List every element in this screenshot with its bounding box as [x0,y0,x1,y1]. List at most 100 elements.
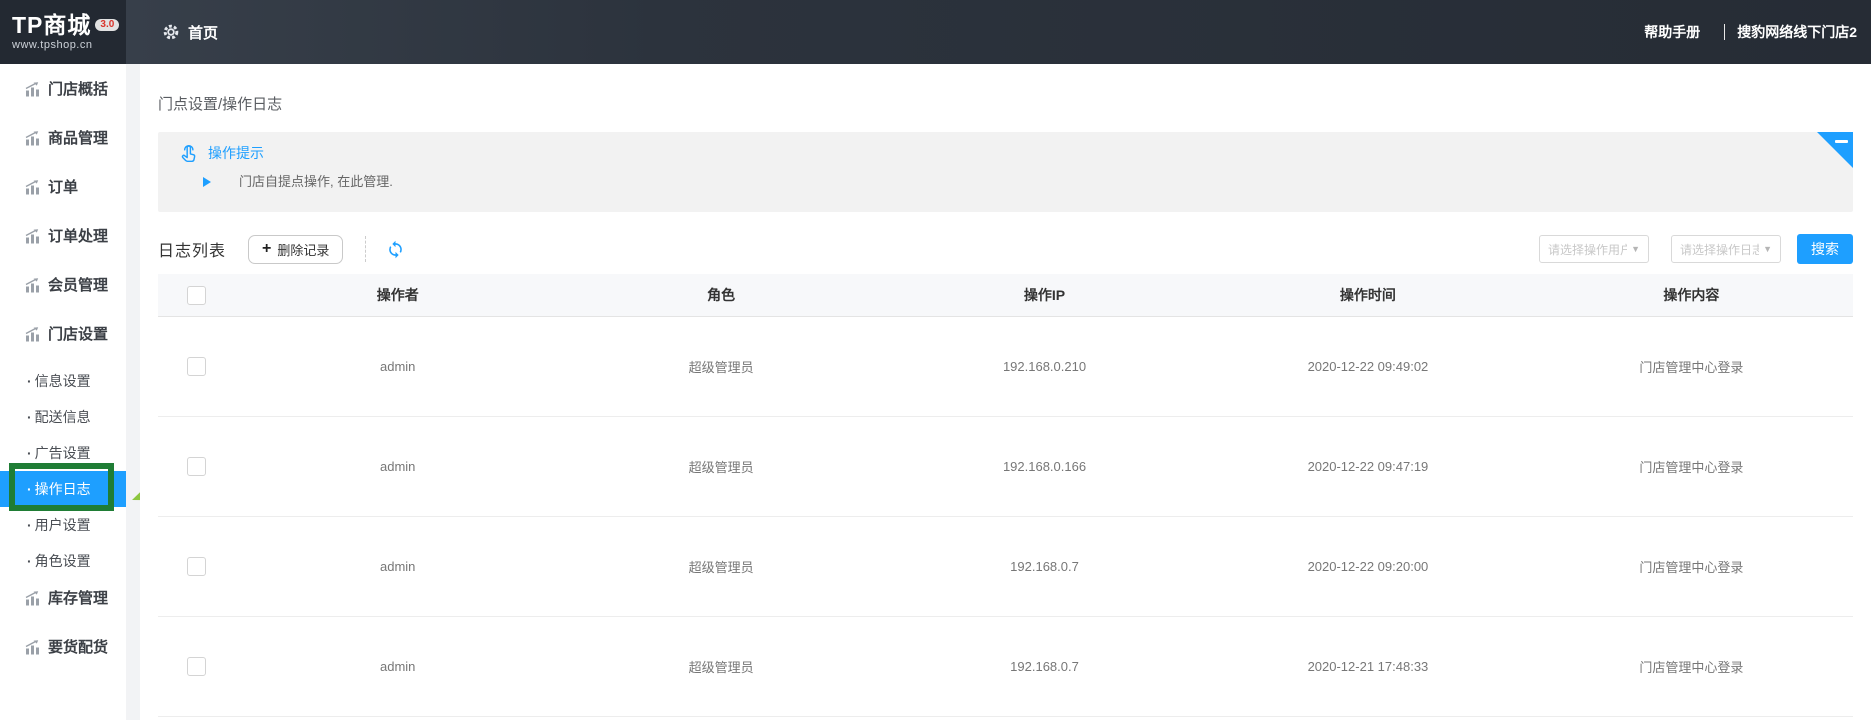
sidebar-item-label: 要货配货 [48,639,109,656]
column-header: 操作IP [1023,287,1066,303]
sidebar: 门店概括 商品管理 订单 订单处理 会员管理 门店设置 · 信息设置 · 配送信… [0,64,126,720]
table-cell: 门店管理中心登录 [1639,560,1744,575]
bullet-dot-icon: · [27,553,32,569]
breadcrumb: 门点设置/操作日志 [158,96,283,113]
chart-icon [25,130,39,145]
table-cell: 超级管理员 [688,660,754,675]
operation-log-select[interactable]: 请选择操作日志 ▼ [1671,235,1781,263]
sidebar-item-label: 用户设置 [34,517,91,533]
sidebar-item-label: 配送信息 [34,409,91,425]
column-header: 操作内容 [1663,287,1720,303]
operation-log-placeholder: 请选择操作日志 [1680,242,1760,257]
chart-icon [25,277,39,292]
table-cell: 门店管理中心登录 [1639,460,1744,475]
logo-version-badge: 3.0 [95,19,120,31]
sidebar-item-商品管理[interactable]: 商品管理 [0,113,126,162]
tip-title: 操作提示 [208,144,264,161]
sidebar-item-label: 角色设置 [34,553,91,569]
sidebar-item-广告设置[interactable]: · 广告设置 [0,435,126,471]
topbar-divider [1724,24,1726,40]
sidebar-item-label: 商品管理 [48,130,109,147]
sidebar-item-信息设置[interactable]: · 信息设置 [0,363,126,399]
column-header: 角色 [707,287,736,303]
sidebar-item-用户设置[interactable]: · 用户设置 [0,507,126,543]
table-cell: 192.168.0.7 [1010,559,1079,574]
chart-icon [25,228,39,243]
store-account-label[interactable]: 搜豹网络线下门店2 [1737,22,1857,42]
refresh-icon[interactable] [385,239,405,259]
list-title: 日志列表 [158,243,227,260]
sidebar-item-操作日志[interactable]: · 操作日志 [0,471,126,507]
table-cell: 2020-12-21 17:48:33 [1307,659,1429,674]
delete-records-label: 删除记录 [277,242,330,258]
table-cell: 192.168.0.166 [1002,459,1087,474]
chevron-down-icon: ▼ [1631,244,1640,254]
table-header-row: 操作者 角色 操作IP 操作时间 操作内容 [158,274,1853,317]
column-header: 操作时间 [1339,287,1396,303]
sidebar-item-label: 会员管理 [48,277,109,294]
topbar: TP商城 3.0 www.tpshop.cn 首页 帮助手册 搜豹网络线下门店2 [0,0,1871,64]
table-body: admin 超级管理员 192.168.0.210 2020-12-22 09:49:… [158,317,1853,717]
sidebar-item-label: 订单 [48,179,79,196]
sidebar-item-门店设置[interactable]: 门店设置 [0,309,126,358]
table-row: admin 超级管理员 192.168.0.7 2020-12-21 17:48:33… [158,617,1853,717]
tap-hand-icon [181,145,196,162]
table-cell: 2020-12-22 09:20:00 [1307,559,1429,574]
sidebar-item-配送信息[interactable]: · 配送信息 [0,399,126,435]
sidebar-item-会员管理[interactable]: 会员管理 [0,260,126,309]
sidebar-item-label: 信息设置 [34,373,91,389]
main-content: 门点设置/操作日志 操作提示 门店自提点操作, 在此管理. 日志列表 + 删除记… [140,64,1871,720]
tab-home[interactable]: 首页 [162,22,218,43]
chevron-down-icon: ▼ [1763,244,1772,254]
operator-user-select[interactable]: 请选择操作用户 ▼ [1539,235,1649,263]
sidebar-item-label: 广告设置 [34,445,91,461]
column-header: 操作者 [376,287,419,303]
sidebar-item-订单[interactable]: 订单 [0,162,126,211]
toolbar-dashed-divider [365,236,367,262]
help-manual-link[interactable]: 帮助手册 [1644,22,1700,42]
sidebar-item-库存管理[interactable]: 库存管理 [0,573,126,622]
bullet-dot-icon: · [27,445,32,461]
topbar-right: 帮助手册 搜豹网络线下门店2 [1644,22,1871,42]
sidebar-item-label: 门店设置 [48,326,109,343]
sidebar-nav: 门店概括 商品管理 订单 订单处理 会员管理 门店设置 · 信息设置 · 配送信… [0,64,126,671]
logo[interactable]: TP商城 3.0 www.tpshop.cn [0,0,126,64]
delete-records-button[interactable]: + 删除记录 [248,234,344,264]
tip-collapse-toggle[interactable] [1817,132,1853,168]
chart-icon [25,81,39,96]
log-table: 操作者 角色 操作IP 操作时间 操作内容 admin 超级管理员 192.168.0.21… [158,274,1853,717]
table-cell: 192.168.0.210 [1002,359,1087,374]
sidebar-item-label: 操作日志 [34,481,91,497]
table-row: admin 超级管理员 192.168.0.210 2020-12-22 09:49:… [158,317,1853,417]
table-cell: admin [379,459,416,474]
chart-icon [25,179,39,194]
table-cell: admin [379,359,416,374]
sidebar-item-订单处理[interactable]: 订单处理 [0,211,126,260]
table-cell: 192.168.0.7 [1010,659,1079,674]
search-button[interactable]: 搜索 [1797,234,1853,264]
tip-text: 门店自提点操作, 在此管理. [239,174,393,189]
sidebar-item-要货配货[interactable]: 要货配货 [0,622,126,671]
row-checkbox-cell [158,557,236,576]
row-checkbox[interactable] [187,357,206,376]
row-checkbox[interactable] [187,457,206,476]
sidebar-item-门店概括[interactable]: 门店概括 [0,64,126,113]
corner-fold-icon [1817,132,1853,168]
header-checkbox-cell [158,285,236,305]
row-checkbox[interactable] [187,657,206,676]
row-checkbox-cell [158,457,236,476]
bullet-triangle-icon [203,177,211,187]
table-row: admin 超级管理员 192.168.0.166 2020-12-22 09:47:… [158,417,1853,517]
table-row: admin 超级管理员 192.168.0.7 2020-12-22 09:20:00… [158,517,1853,617]
select-all-checkbox[interactable] [187,285,206,305]
log-toolbar: 日志列表 + 删除记录 请选择操作用户 ▼ 请选择操作日志 ▼ 搜索 [158,232,1853,266]
logo-url: www.tpshop.cn [12,39,93,51]
sidebar-item-label: 库存管理 [48,590,109,607]
table-cell: 门店管理中心登录 [1639,360,1744,375]
row-checkbox[interactable] [187,557,206,576]
bullet-dot-icon: · [27,517,32,533]
plus-icon: + [262,240,272,257]
chart-icon [25,639,39,654]
table-cell: 2020-12-22 09:49:02 [1307,359,1429,374]
row-checkbox-cell [158,357,236,376]
